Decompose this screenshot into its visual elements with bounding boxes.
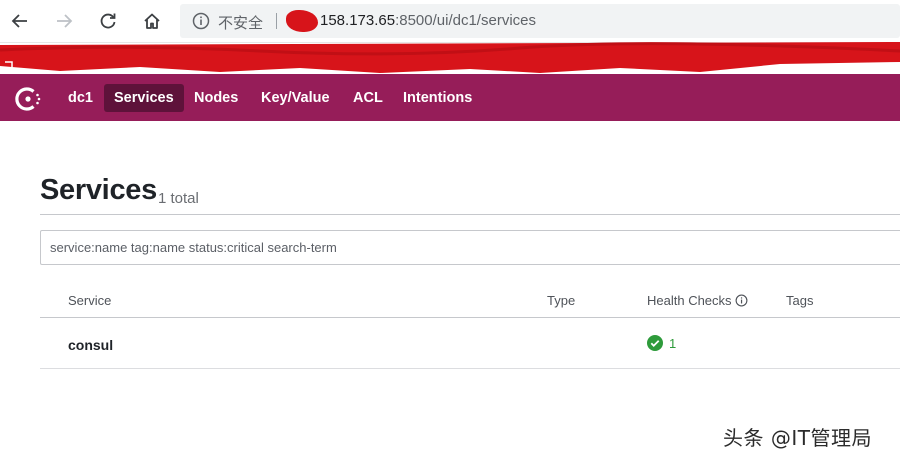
url-host: 158.173.65 [320,12,396,29]
check-circle-icon [647,335,663,351]
nav-item-key-value[interactable]: Key/Value [251,84,340,112]
row-divider [40,368,900,369]
search-input[interactable] [40,230,900,265]
address-separator [276,13,277,29]
health-checks-label: Health Checks [647,293,732,308]
column-header-tags[interactable]: Tags [786,293,813,308]
redaction-mark [286,10,318,32]
nav-item-acl[interactable]: ACL [343,84,393,112]
arrow-right-icon [57,14,73,28]
nav-datacenter[interactable]: dc1 [58,84,103,112]
health-checks-passing-count: 1 [669,336,677,351]
back-button[interactable] [6,8,34,34]
nav-item-services[interactable]: Services [104,84,184,112]
watermark: 头条 @IT管理局 [723,426,872,450]
column-header-service[interactable]: Service [68,293,111,308]
arrow-left-icon [11,14,27,28]
consul-top-nav: dc1 Services Nodes Key/Value ACL Intenti… [0,74,900,121]
consul-logo-icon[interactable] [14,85,42,113]
home-icon [144,13,160,29]
url-text[interactable]: 158.173.65:8500/ui/dc1/services [320,12,536,29]
refresh-icon [100,13,116,29]
address-bar[interactable]: 不安全 158.173.65:8500/ui/dc1/services [180,4,900,38]
redaction-scribble [0,42,900,73]
page-title: Services [40,174,157,206]
table-row[interactable]: consul 1 [40,318,900,368]
info-icon[interactable] [192,12,210,30]
url-path: :8500/ui/dc1/services [395,12,536,29]
refresh-button[interactable] [94,8,122,34]
security-label[interactable]: 不安全 [218,12,263,33]
column-header-type[interactable]: Type [547,293,575,308]
forward-button[interactable] [50,8,78,34]
home-button[interactable] [138,8,166,34]
nav-item-intentions[interactable]: Intentions [393,84,482,112]
column-header-health-checks[interactable]: Health Checks [647,293,748,308]
browser-toolbar: 不安全 158.173.65:8500/ui/dc1/services [0,0,900,43]
info-icon[interactable] [735,294,748,307]
title-divider [40,214,900,215]
total-count: 1 total [158,190,199,207]
nav-item-nodes[interactable]: Nodes [184,84,248,112]
service-name-link[interactable]: consul [68,337,113,353]
